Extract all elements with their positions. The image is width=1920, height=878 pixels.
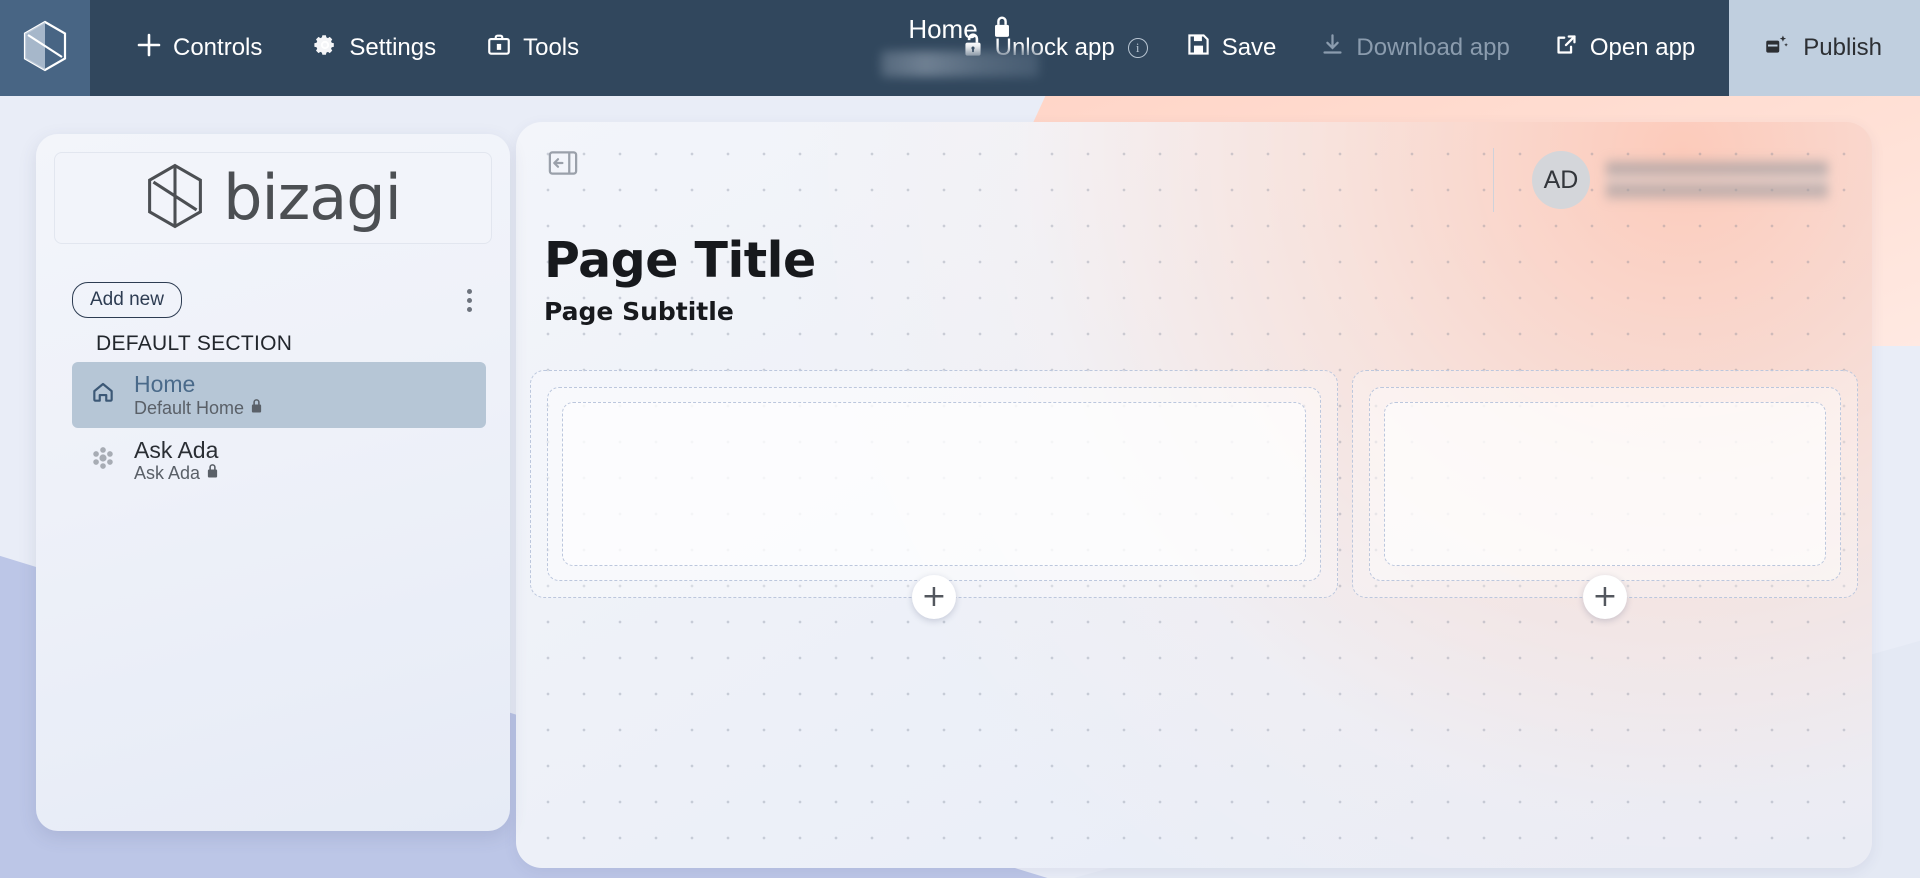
action-label: Download app [1356, 34, 1510, 61]
toolbox-icon [486, 32, 512, 65]
app-logo-button[interactable] [0, 0, 90, 96]
subtitle-text: Default Home [134, 397, 245, 418]
nav-item-settings[interactable]: Settings [290, 24, 458, 73]
collapse-panel-left-icon[interactable] [548, 150, 578, 176]
section-header-label: DEFAULT SECTION [96, 332, 293, 355]
action-label: Save [1221, 34, 1277, 61]
publish-sparkle-icon [1763, 32, 1789, 65]
current-page-title[interactable]: Home [881, 14, 1039, 77]
page-design-canvas: AD Page Title Page Subtitle + + [516, 122, 1872, 868]
lock-closed-icon [250, 398, 263, 419]
top-toolbar: Controls Settings Tools Home Unlock app … [0, 0, 1920, 96]
page-title[interactable]: Page Title [544, 232, 816, 289]
action-label: Open app [1589, 34, 1696, 61]
add-widget-button-left[interactable]: + [912, 575, 956, 619]
drop-zone-middle[interactable] [547, 387, 1321, 581]
lock-closed-icon [206, 463, 219, 484]
download-app-button[interactable]: Download app [1298, 0, 1531, 96]
primary-nav: Controls Settings Tools [90, 0, 601, 96]
more-vertical-icon[interactable] [452, 283, 486, 317]
pages-sidebar: bizagi Add new DEFAULT SECTION Home Defa… [36, 134, 510, 831]
drop-zone-middle[interactable] [1369, 387, 1841, 581]
gear-icon [312, 32, 338, 65]
add-widget-button-right[interactable]: + [1583, 575, 1627, 619]
save-button[interactable]: Save [1164, 0, 1299, 96]
divider [1493, 148, 1494, 212]
drop-zone-column-left[interactable]: + [530, 370, 1338, 619]
nav-item-controls[interactable]: Controls [114, 24, 284, 73]
floppy-save-icon [1186, 32, 1211, 64]
sidebar-toolbar: Add new [72, 282, 486, 318]
page-heading-block: Page Title Page Subtitle [544, 232, 816, 326]
drop-zone-column-right[interactable]: + [1352, 370, 1858, 619]
toolbar-actions: Unlock app i Save Download app Open app … [940, 0, 1920, 96]
sidebar-item-ask-ada[interactable]: Ask Ada Ask Ada [72, 428, 486, 494]
info-icon[interactable]: i [1127, 38, 1148, 58]
avatar[interactable]: AD [1532, 151, 1590, 209]
open-app-button[interactable]: Open app [1532, 0, 1729, 96]
publish-label: Publish [1803, 34, 1882, 61]
user-account-area[interactable]: AD [1493, 148, 1828, 212]
sidebar-item-home[interactable]: Home Default Home [72, 362, 486, 428]
add-new-button[interactable]: Add new [72, 282, 182, 318]
user-name-redacted [1606, 157, 1828, 203]
lock-closed-icon [992, 15, 1012, 44]
asterisk-icon [90, 445, 116, 476]
brand-wordmark: bizagi [223, 161, 402, 235]
bizagi-hexagon-logo-icon [22, 20, 68, 77]
sidebar-item-subtitle: Default Home [134, 398, 263, 419]
nav-item-tools[interactable]: Tools [464, 24, 601, 73]
sidebar-item-title: Home [134, 371, 196, 397]
nav-label: Tools [523, 34, 580, 61]
nav-label: Controls [173, 34, 263, 61]
brand-logo-box: bizagi [54, 152, 492, 244]
sidebar-item-subtitle: Ask Ada [134, 463, 219, 484]
plus-icon [136, 32, 162, 65]
widget-drop-zones: + + [524, 370, 1864, 619]
page-subtitle[interactable]: Page Subtitle [544, 297, 816, 326]
nav-label: Settings [349, 34, 437, 61]
publish-button[interactable]: Publish [1729, 0, 1920, 96]
sidebar-item-title: Ask Ada [134, 436, 219, 463]
bizagi-hexagon-logo-icon [145, 163, 205, 234]
subtitle-text: Ask Ada [134, 463, 201, 484]
page-subtitle-redacted [881, 51, 1039, 77]
home-icon [90, 379, 116, 410]
download-icon [1320, 32, 1345, 64]
external-link-icon [1554, 32, 1579, 64]
page-name-label: Home [908, 14, 978, 44]
drop-zone-inner[interactable] [1384, 402, 1826, 566]
drop-zone-inner[interactable] [562, 402, 1306, 566]
